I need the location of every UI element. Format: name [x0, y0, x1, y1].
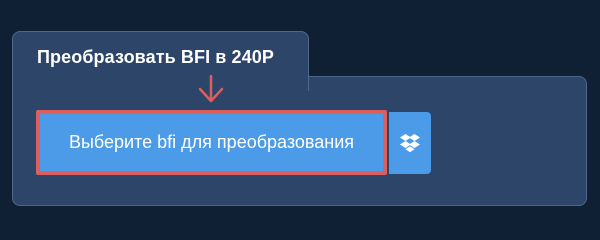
converter-tab: Преобразовать BFI в 240P [12, 31, 309, 91]
tab-panel-joint [13, 75, 308, 79]
tab-title: Преобразовать BFI в 240P [37, 47, 274, 67]
dropbox-button[interactable] [389, 112, 431, 174]
choose-file-button[interactable]: Выберите bfi для преобразования [36, 110, 387, 175]
arrow-down-icon [198, 74, 224, 103]
choose-file-label: Выберите bfi для преобразования [68, 132, 355, 152]
dropbox-icon [400, 133, 420, 152]
